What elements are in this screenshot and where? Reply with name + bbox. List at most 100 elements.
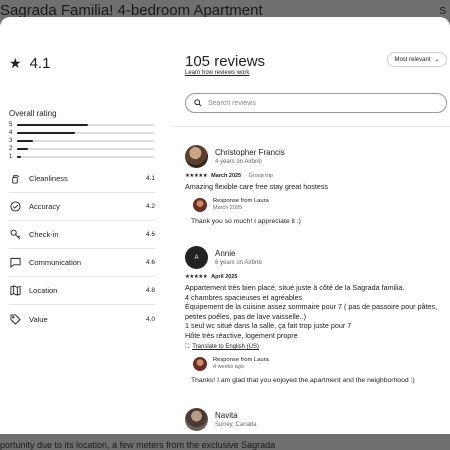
distribution-row: 1 xyxy=(9,153,154,161)
review-stars: ★★★★★ xyxy=(185,274,208,280)
star-icon: ★ xyxy=(9,55,22,71)
category-label: Accuracy xyxy=(29,202,60,211)
reviewer-name: Christopher Francis xyxy=(215,148,285,157)
share-icon[interactable]: S xyxy=(439,6,446,17)
distribution-row: 3 xyxy=(9,137,154,145)
search-reviews[interactable] xyxy=(185,93,447,113)
review-body: Appartement très bien placé, situé juste… xyxy=(185,283,447,341)
reviewer-subtitle: 6 years on Airbnb xyxy=(215,260,262,266)
distribution-row: 2 xyxy=(9,145,154,153)
reviewer-name: Annie xyxy=(215,249,236,258)
category-accuracy: Accuracy 4.2 xyxy=(9,193,155,221)
review-item: A Annie 6 years on Airbnb ★★★★★ April 20… xyxy=(185,246,447,384)
reviewer-subtitle: Surrey, Canada xyxy=(215,422,257,428)
reviews-count-title: 105 reviews xyxy=(185,53,266,70)
review-body: Amazing flexible care free stay great ho… xyxy=(185,182,329,191)
distribution-level: 5 xyxy=(9,122,13,128)
rating-summary-panel: ★ 4.1 Overall rating 5 4 3 2 1 Cleanline… xyxy=(0,17,172,434)
distribution-level: 1 xyxy=(9,154,13,160)
review-body-line: petites poêles, pas de lave vaisselle..) xyxy=(185,311,307,321)
distribution-track xyxy=(17,140,154,142)
distribution-level: 2 xyxy=(9,146,13,152)
category-label: Check-in xyxy=(29,230,59,239)
review-item: Navita Surrey, Canada xyxy=(185,408,447,431)
category-value: Value 4.0 xyxy=(9,305,155,333)
response-date: 4 weeks ago xyxy=(213,364,244,371)
response-from: Response from Laura xyxy=(213,357,269,364)
distribution-fill xyxy=(17,140,34,142)
host-response: Response from Laura 4 weeks ago Thanks! … xyxy=(191,356,447,384)
distribution-fill xyxy=(17,148,28,150)
reviewer-name: Navita xyxy=(215,411,238,420)
avatar[interactable] xyxy=(185,145,208,168)
divider xyxy=(173,126,450,127)
category-value: 4.2 xyxy=(145,203,155,210)
category-label: Location xyxy=(29,286,58,295)
search-icon xyxy=(194,99,202,107)
distribution-row: 4 xyxy=(9,129,154,137)
category-label: Cleanliness xyxy=(29,174,68,183)
distribution-track xyxy=(17,148,154,150)
translate-label: Translate to English (US) xyxy=(192,344,260,351)
avatar[interactable]: A xyxy=(185,246,208,269)
sort-dropdown[interactable]: Most relevant ⌄ xyxy=(387,52,447,67)
distribution-track xyxy=(17,124,154,126)
category-location: Location 4.8 xyxy=(9,277,155,305)
learn-how-reviews-work-link[interactable]: Learn how reviews work xyxy=(185,70,249,76)
listing-description: portunity due to its location, a few met… xyxy=(0,440,276,450)
review-body-line: Hôte très réactive, logement propre xyxy=(185,330,298,340)
overall-rating-label: Overall rating xyxy=(9,109,57,118)
review-stars: ★★★★★ xyxy=(185,173,208,179)
translate-icon: ⛶ xyxy=(185,343,190,350)
host-avatar xyxy=(193,197,207,212)
review-meta: ★★★★★ March 2025 · Group trip xyxy=(185,173,447,179)
check-circle-icon xyxy=(9,201,21,213)
overall-rating: ★ 4.1 xyxy=(9,55,50,72)
distribution-track xyxy=(17,132,154,134)
reviews-modal: ★ 4.1 Overall rating 5 4 3 2 1 Cleanline… xyxy=(0,17,450,434)
category-value: 4.1 xyxy=(145,175,155,182)
chevron-down-icon: ⌄ xyxy=(434,57,440,63)
distribution-level: 4 xyxy=(9,130,13,136)
tag-icon xyxy=(9,313,21,325)
avatar-initial: A xyxy=(194,254,199,261)
category-check-in: Check-in 4.6 xyxy=(9,221,155,249)
key-icon xyxy=(9,229,21,241)
distribution-level: 3 xyxy=(9,138,13,144)
category-ratings: Cleanliness 4.1 Accuracy 4.2 Check-in 4.… xyxy=(9,165,155,333)
host-response: Response from Laura March 2025 Thank you… xyxy=(191,197,447,225)
category-value: 4.6 xyxy=(145,259,155,266)
review-body-line: Équipement de la cuisine assez sommaire … xyxy=(185,302,438,312)
translate-link[interactable]: ⛶ Translate to English (US) xyxy=(185,344,447,351)
reviews-panel: 105 reviews Learn how reviews work Most … xyxy=(173,17,450,434)
review-meta: ★★★★★ April 2025 xyxy=(185,274,447,280)
review-item: Christopher Francis 4 years on Airbnb ★★… xyxy=(185,145,447,225)
category-cleanliness: Cleanliness 4.1 xyxy=(9,165,155,193)
overall-rating-value: 4.1 xyxy=(29,55,51,72)
category-label: Value xyxy=(29,314,48,324)
trip-type: · Group trip xyxy=(245,173,273,179)
response-date: March 2025 xyxy=(213,205,243,212)
review-body-line: 4 chambres spacieuses et agréables xyxy=(185,292,303,302)
distribution-fill xyxy=(17,132,75,134)
sort-label: Most relevant xyxy=(394,56,431,63)
distribution-fill xyxy=(17,124,89,126)
distribution-fill xyxy=(17,156,22,158)
review-body-line: Appartement très bien placé, situé juste… xyxy=(185,283,405,292)
rating-distribution: 5 4 3 2 1 xyxy=(9,121,154,161)
category-value: 4.8 xyxy=(145,287,155,294)
category-label: Communication xyxy=(29,258,82,267)
distribution-track xyxy=(17,156,154,158)
response-from: Response from Laura xyxy=(213,198,269,205)
spray-bottle-icon xyxy=(9,173,21,185)
response-text: Thank you so much! I appreciate it :) xyxy=(191,217,301,225)
search-input[interactable] xyxy=(208,99,408,107)
category-value: 4.6 xyxy=(145,231,155,238)
response-text: Thanks! I am glad that you enjoyed the a… xyxy=(191,376,415,384)
map-icon xyxy=(9,285,21,297)
host-avatar xyxy=(193,356,207,371)
avatar[interactable] xyxy=(185,408,208,431)
review-date: March 2025 xyxy=(211,173,242,179)
reviewer-subtitle: 4 years on Airbnb xyxy=(215,159,262,165)
category-communication: Communication 4.6 xyxy=(9,249,155,277)
